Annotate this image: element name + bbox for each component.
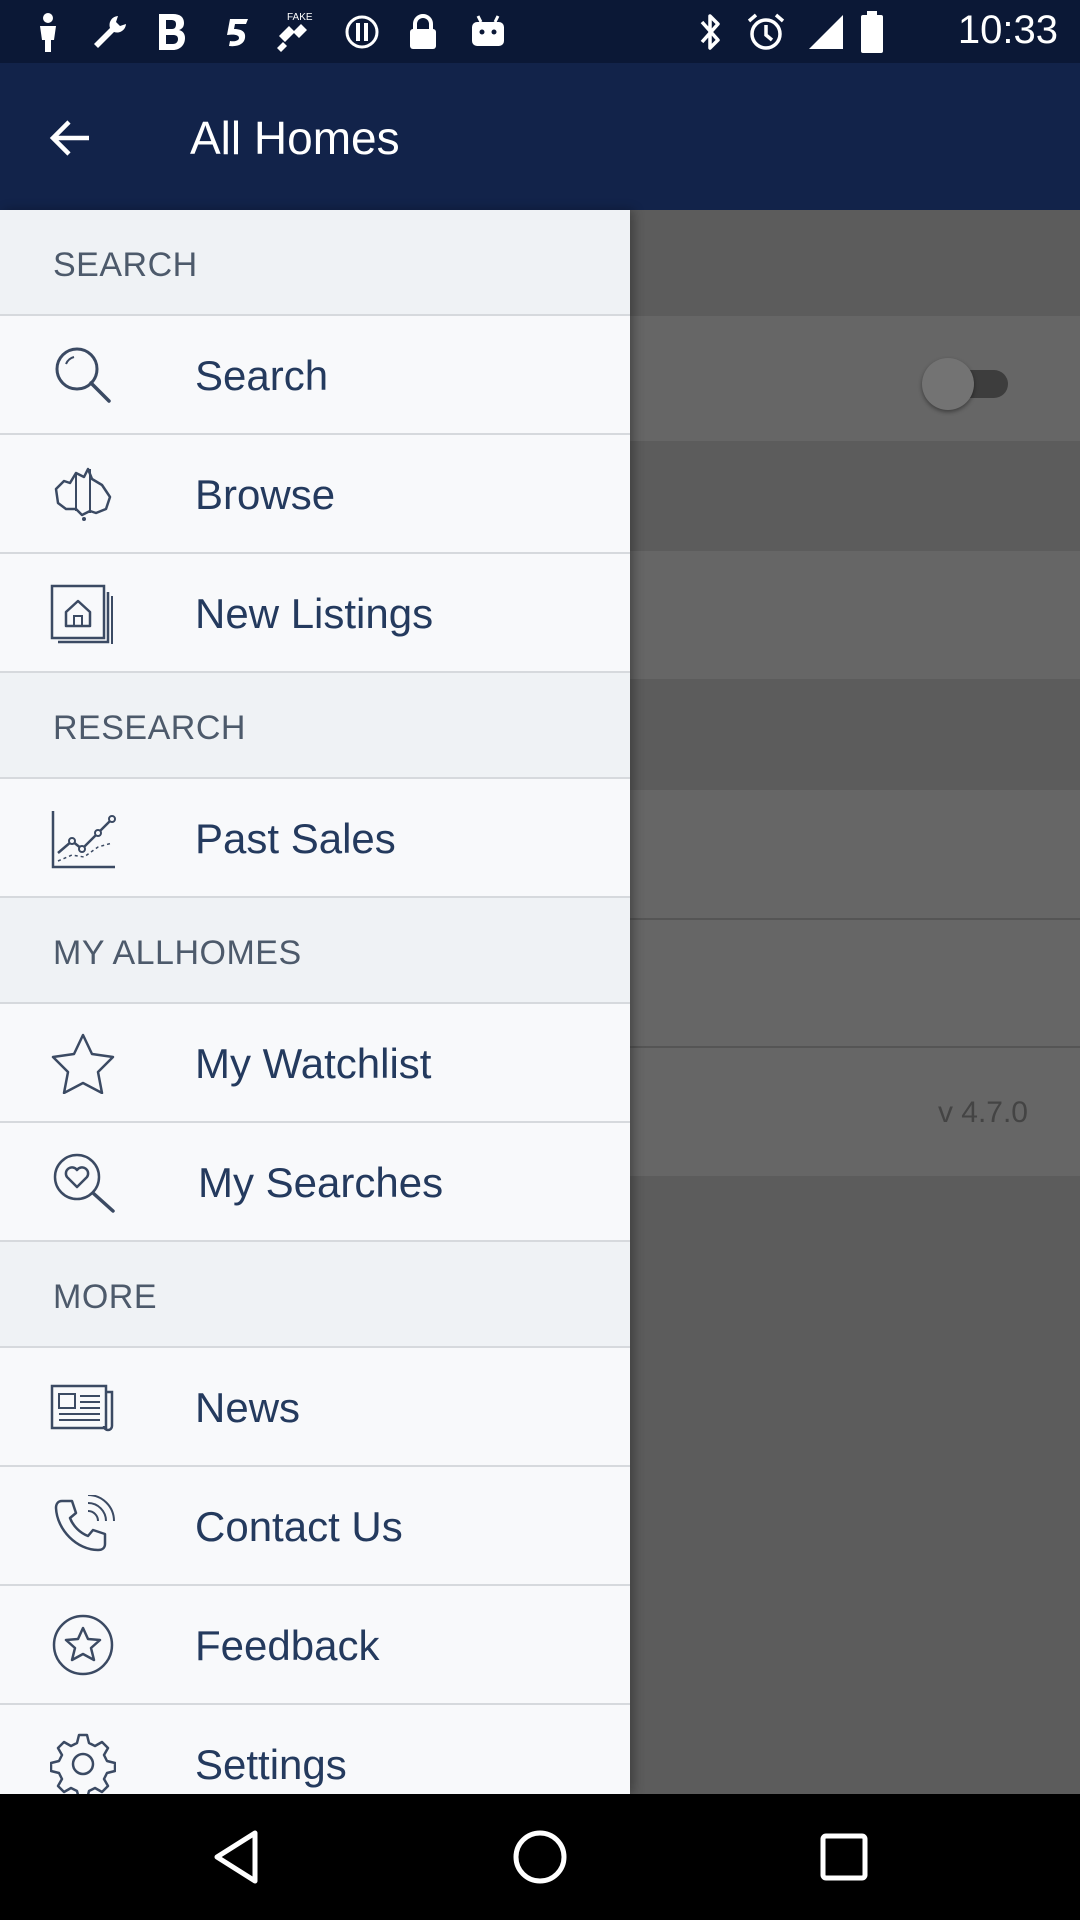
arrow-back-icon <box>49 120 89 156</box>
section-header-search: SEARCH <box>0 210 630 316</box>
newspaper-icon <box>50 1384 114 1432</box>
menu-item-feedback[interactable]: Feedback <box>0 1586 630 1705</box>
alert-circle-icon <box>344 12 380 52</box>
section-header-label: MY ALLHOMES <box>53 934 302 972</box>
page-title: All Homes <box>190 112 400 164</box>
menu-item-browse[interactable]: Browse <box>0 435 630 554</box>
back-button[interactable] <box>36 103 106 173</box>
menu-item-news[interactable]: News <box>0 1348 630 1467</box>
gear-icon <box>50 1733 116 1794</box>
menu-item-label: Feedback <box>195 1622 380 1669</box>
bold-b-icon <box>152 12 192 52</box>
android-icon <box>468 12 508 52</box>
phone-icon <box>54 1495 115 1552</box>
wrench-icon <box>88 12 132 52</box>
nav-back-button[interactable] <box>206 1827 266 1887</box>
menu-item-label: Search <box>195 352 329 399</box>
person-icon <box>30 12 66 52</box>
section-header-label: MORE <box>53 1278 157 1316</box>
menu-item-label: New Listings <box>195 590 434 637</box>
menu-item-my-searches[interactable]: My Searches <box>0 1123 630 1242</box>
menu-item-label: Settings <box>195 1741 347 1788</box>
navigation-drawer: SEARCH Search Browse New Listings RESEAR… <box>0 210 630 1794</box>
fake-gps-icon: FAKE <box>272 12 322 52</box>
section-header-more: MORE <box>0 1242 630 1348</box>
section-header-research: RESEARCH <box>0 673 630 779</box>
status-time: 10:33 <box>957 8 1058 52</box>
search-icon <box>55 347 111 403</box>
bluetooth-icon <box>696 12 726 52</box>
system-nav-bar <box>0 1794 1080 1920</box>
alarm-icon <box>745 12 787 52</box>
chart-icon <box>51 811 116 869</box>
menu-item-contact-us[interactable]: Contact Us <box>0 1467 630 1586</box>
menu-item-label: Past Sales <box>195 815 396 862</box>
sprint-5-icon <box>218 12 254 52</box>
svg-text:FAKE: FAKE <box>287 12 313 23</box>
menu-item-settings[interactable]: Settings <box>0 1705 630 1794</box>
feedback-star-icon <box>52 1614 114 1676</box>
status-bar: FAKE 10:33 <box>0 0 1080 63</box>
menu-item-search[interactable]: Search <box>0 316 630 435</box>
battery-icon <box>858 11 886 53</box>
recents-square-icon <box>820 1833 868 1881</box>
menu-item-label: Browse <box>195 471 336 518</box>
app-bar: All Homes <box>0 63 1080 210</box>
section-header-my-allhomes: MY ALLHOMES <box>0 898 630 1004</box>
nav-home-button[interactable] <box>510 1827 570 1887</box>
home-circle-icon <box>513 1830 567 1884</box>
nav-recents-button[interactable] <box>814 1827 874 1887</box>
section-header-label: RESEARCH <box>53 709 246 747</box>
lock-icon <box>406 12 440 52</box>
star-icon <box>51 1033 115 1094</box>
menu-item-label: My Watchlist <box>195 1040 432 1087</box>
toggle-switch[interactable] <box>922 358 1014 410</box>
version-label: v 4.7.0 <box>937 1096 1028 1129</box>
signal-icon <box>806 12 846 52</box>
heart-search-icon <box>53 1153 115 1213</box>
menu-item-label: Contact Us <box>195 1503 403 1550</box>
menu-item-label: News <box>195 1384 301 1431</box>
menu-item-past-sales[interactable]: Past Sales <box>0 779 630 898</box>
new-listings-icon <box>50 584 113 644</box>
menu-item-my-watchlist[interactable]: My Watchlist <box>0 1004 630 1123</box>
toggle-knob <box>922 358 974 410</box>
menu-item-label: My Searches <box>198 1159 444 1206</box>
section-header-label: SEARCH <box>53 246 198 284</box>
menu-item-new-listings[interactable]: New Listings <box>0 554 630 673</box>
back-triangle-icon <box>214 1830 258 1884</box>
australia-map-icon <box>54 467 112 521</box>
